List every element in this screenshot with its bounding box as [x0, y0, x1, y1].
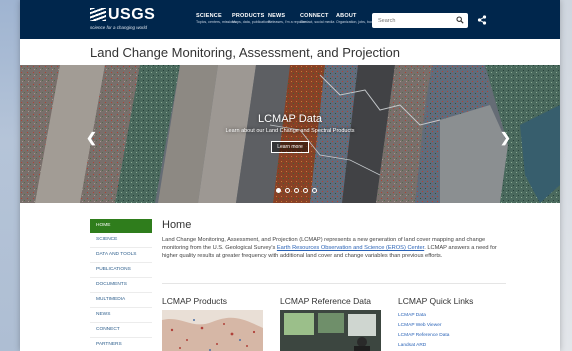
nav-subtitle: Contact, social media [300, 20, 335, 24]
intro-paragraph: Land Change Monitoring, Assessment, and … [162, 236, 506, 260]
nav-item-products[interactable]: PRODUCTS Maps, data, publications [232, 13, 271, 24]
title-band: Land Change Monitoring, Assessment, and … [20, 39, 560, 66]
products-map-thumbnail[interactable] [162, 310, 263, 351]
nav-title: PRODUCTS [232, 13, 265, 19]
nav-item-science[interactable]: SCIENCE Topics, centers, missions [196, 13, 236, 24]
quicklinks-list: LCMAP Data LCMAP Web Viewer LCMAP Refere… [398, 311, 473, 351]
quicklinks-heading: LCMAP Quick Links [398, 296, 474, 306]
quicklink-landsat-ard[interactable]: Landsat ARD [398, 341, 473, 351]
quicklink-web-viewer[interactable]: LCMAP Web Viewer [398, 321, 473, 331]
nav-subtitle: Topics, centers, missions [196, 20, 236, 24]
carousel-dot-1[interactable] [276, 188, 281, 193]
logo-text: USGS [108, 6, 156, 23]
products-heading[interactable]: LCMAP Products [162, 296, 227, 306]
sidebar-item-connect[interactable]: CONNECT [90, 323, 152, 338]
carousel-dot-3[interactable] [294, 188, 299, 193]
sidebar-item-multimedia[interactable]: MULTIMEDIA [90, 293, 152, 308]
site-title[interactable]: Land Change Monitoring, Assessment, and … [90, 45, 400, 60]
reference-column: LCMAP Reference Data [280, 296, 381, 351]
carousel-dot-5[interactable] [312, 188, 317, 193]
search-icon[interactable] [456, 16, 464, 24]
reference-heading[interactable]: LCMAP Reference Data [280, 296, 371, 306]
sidebar-item-publications[interactable]: PUBLICATIONS [90, 263, 152, 278]
sidebar-item-data-and-tools[interactable]: DATA AND TOOLS [90, 248, 152, 263]
section-divider [162, 283, 506, 284]
background-right [558, 0, 572, 351]
site-header: USGS science for a changing world SCIENC… [20, 0, 560, 39]
sidebar-item-science[interactable]: SCIENCE [90, 233, 152, 248]
usgs-logo[interactable]: USGS science for a changing world [90, 6, 156, 30]
eros-center-link[interactable]: Earth Resources Observation and Science … [277, 245, 424, 251]
carousel-dot-2[interactable] [285, 188, 290, 193]
nav-item-connect[interactable]: CONNECT Contact, social media [300, 13, 334, 24]
usgs-logo-icon [90, 8, 106, 21]
learn-more-button[interactable]: Learn more [271, 141, 309, 153]
sidebar-item-documents[interactable]: DOCUMENTS [90, 278, 152, 293]
background-left [0, 0, 22, 351]
hero-subtitle: Learn about our Land Change and Spectral… [225, 128, 355, 134]
reference-data-photo[interactable] [280, 310, 381, 351]
carousel-dot-4[interactable] [303, 188, 308, 193]
hero-caption: LCMAP Data Learn about our Land Change a… [210, 113, 370, 153]
quicklinks-column: LCMAP Quick Links LCMAP Data LCMAP Web V… [398, 296, 473, 351]
quicklink-reference-data[interactable]: LCMAP Reference Data [398, 331, 473, 341]
hero-carousel: LCMAP Data Learn about our Land Change a… [20, 65, 560, 203]
carousel-next-arrow-icon[interactable]: ❯ [500, 131, 511, 145]
share-icon[interactable] [477, 15, 487, 25]
sidebar-nav: HOME SCIENCE DATA AND TOOLS PUBLICATIONS… [90, 219, 152, 351]
nav-title: SCIENCE [196, 13, 222, 19]
browser-page: USGS science for a changing world SCIENC… [20, 0, 560, 351]
carousel-prev-arrow-icon[interactable]: ❮ [86, 131, 97, 145]
page-heading: Home [162, 219, 192, 231]
hero-title: LCMAP Data [258, 113, 322, 125]
logo-tagline: science for a changing world [90, 25, 148, 30]
nav-subtitle: Maps, data, publications [232, 20, 271, 24]
nav-title: CONNECT [300, 13, 329, 19]
sidebar-item-partners[interactable]: PARTNERS [90, 338, 152, 351]
main-content: Home Land Change Monitoring, Assessment,… [162, 219, 506, 260]
sidebar-item-news[interactable]: NEWS [90, 308, 152, 323]
sidebar-item-home[interactable]: HOME [90, 219, 152, 233]
search-box [372, 13, 468, 28]
products-column: LCMAP Products [162, 296, 263, 351]
search-input[interactable] [372, 13, 458, 28]
quicklink-lcmap-data[interactable]: LCMAP Data [398, 311, 473, 321]
